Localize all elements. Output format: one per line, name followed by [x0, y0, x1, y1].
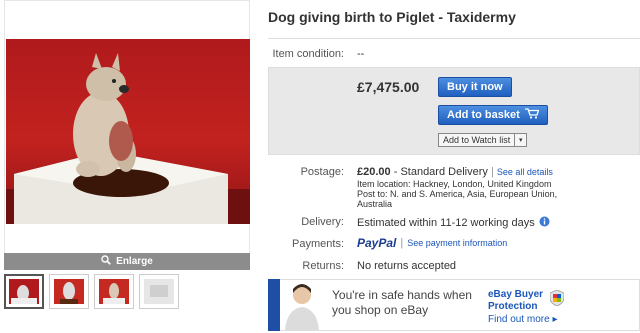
image-gallery: Enlarge — [4, 0, 250, 333]
returns-label: Returns: — [302, 260, 344, 272]
buyer-protection-title: eBay Buyer Protection — [488, 289, 548, 313]
enlarge-button[interactable]: Enlarge — [4, 253, 250, 270]
listing-title: Dog giving birth to Piglet - Taxidermy — [268, 9, 516, 25]
thumbnail-3[interactable] — [94, 274, 134, 309]
see-payment-info-link[interactable]: See payment information — [407, 238, 507, 248]
buyer-protection-title-2: Protection — [488, 301, 538, 312]
delivery-value: Estimated within 11-12 working days — [357, 217, 535, 229]
title-divider — [268, 38, 640, 39]
info-icon[interactable] — [539, 216, 550, 230]
payments-row: PayPal | See payment information — [357, 236, 508, 250]
chevron-down-icon[interactable]: ▾ — [514, 134, 526, 146]
post-to: Post to: N. and S. America, Asia, Europe… — [357, 189, 558, 199]
item-location: Item location: Hackney, London, United K… — [357, 179, 552, 189]
add-to-basket-label: Add to basket — [447, 109, 520, 121]
price: £7,475.00 — [357, 79, 420, 95]
main-image-frame[interactable] — [4, 0, 250, 270]
main-image[interactable] — [6, 39, 250, 224]
postage-details: Item location: Hackney, London, United K… — [357, 179, 627, 209]
postage-cost: £20.00 — [357, 166, 391, 178]
item-condition-value: -- — [357, 48, 365, 60]
basket-icon — [524, 108, 540, 122]
find-out-more-link[interactable]: Find out more ▸ — [488, 314, 558, 325]
add-to-watch-list-button[interactable]: Add to Watch list ▾ — [438, 133, 528, 147]
watch-list-label: Add to Watch list — [443, 135, 511, 145]
thumbnail-1[interactable] — [4, 274, 44, 309]
thumbnail-4[interactable] — [139, 274, 179, 309]
safe-hands-text: You're in safe hands when you shop on eB… — [332, 288, 482, 318]
shield-icon — [549, 289, 565, 307]
thumbnail-2[interactable] — [49, 274, 89, 309]
customer-photo — [282, 281, 322, 330]
banner-accent — [268, 279, 280, 331]
thumbnail-strip — [4, 274, 179, 309]
safe-hands-line-2: you shop on eBay — [332, 303, 429, 317]
delivery-label: Delivery: — [301, 216, 344, 228]
postage-method: - Standard Delivery — [393, 166, 488, 178]
post-to-continued: Australia — [357, 199, 393, 209]
magnifier-icon — [101, 255, 112, 268]
returns-value: No returns accepted — [357, 260, 457, 272]
item-condition-label: Item condition: — [272, 48, 344, 60]
see-all-details-link[interactable]: See all details — [497, 167, 553, 177]
buy-it-now-button[interactable]: Buy it now — [438, 77, 512, 97]
add-to-basket-button[interactable]: Add to basket — [438, 105, 548, 125]
buy-it-now-label: Buy it now — [447, 81, 503, 93]
postage-label: Postage: — [300, 166, 344, 178]
paypal-logo: PayPal — [357, 236, 397, 250]
payments-label: Payments: — [292, 238, 344, 250]
postage-line: £20.00 - Standard Delivery | See all det… — [357, 166, 553, 178]
enlarge-label: Enlarge — [116, 256, 153, 267]
safe-hands-line-1: You're in safe hands when — [332, 288, 472, 302]
buyer-protection-title-1: eBay Buyer — [488, 289, 544, 300]
delivery-value-row: Estimated within 11-12 working days — [357, 216, 550, 230]
